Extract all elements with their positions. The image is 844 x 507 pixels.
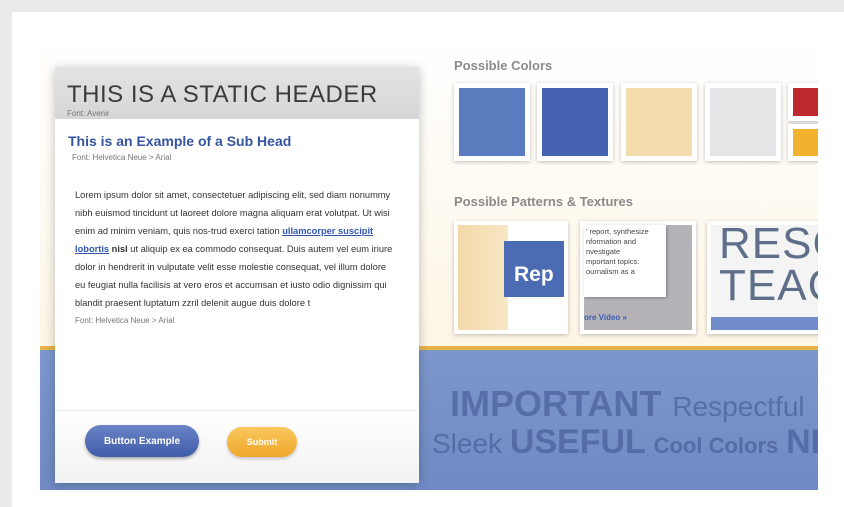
body-text: Lorem ipsum dolor sit amet, consectetuer…: [75, 186, 393, 312]
color-swatch-fill: [542, 88, 608, 156]
body-bold-word: nisl: [109, 244, 128, 254]
texture-note-line: ournalism as a: [586, 267, 635, 276]
submit-button[interactable]: Submit: [227, 427, 297, 457]
color-swatch: [788, 83, 818, 121]
texture-note-line: mportant topics:: [586, 257, 640, 266]
texture-tan-panel: [458, 225, 508, 330]
texture-big-line: TEAC: [719, 261, 818, 310]
color-swatch-fill: [710, 88, 776, 156]
color-swatch: [454, 83, 530, 161]
subhead-font-note: Font: Helvetica Neue > Arial: [72, 153, 172, 162]
color-swatch: [705, 83, 781, 161]
texture-sample-3: RESC TEAC: [707, 221, 818, 334]
color-swatch-fill: [626, 88, 692, 156]
button-example[interactable]: Button Example: [85, 425, 199, 457]
texture-note-line: ’ report, synthesize: [586, 227, 649, 236]
static-header: THIS IS A STATIC HEADER Font: Avenir: [55, 67, 419, 119]
header-title: THIS IS A STATIC HEADER: [67, 81, 378, 108]
color-swatch-fill: [793, 129, 818, 156]
texture-paper-note: ’ report, synthesize nformation and nves…: [584, 225, 666, 297]
texture-sample-1: Rep: [454, 221, 568, 334]
content-card: THIS IS A STATIC HEADER Font: Avenir Thi…: [55, 67, 419, 483]
banner-word-cool-colors: Cool Colors: [653, 433, 779, 458]
texture-note-line: nvestigate: [586, 247, 621, 256]
color-swatch: [788, 124, 818, 161]
color-swatch: [537, 83, 613, 161]
header-font-note: Font: Avenir: [67, 109, 110, 118]
body-font-note: Font: Helvetica Neue > Arial: [75, 316, 175, 325]
texture-big-line: RESC: [719, 221, 818, 268]
color-swatch: [621, 83, 697, 161]
texture-more-video-link: ore Video »: [584, 313, 627, 322]
texture-sample-2: ’ report, synthesize nformation and nves…: [580, 221, 696, 334]
patterns-section-title: Possible Patterns & Textures: [454, 194, 633, 209]
banner-word-sleek: Sleek: [432, 428, 503, 459]
banner-word-important: IMPORTANT: [450, 383, 662, 424]
texture-big-type: RESC TEAC: [719, 221, 818, 310]
subhead: This is an Example of a Sub Head: [68, 133, 292, 149]
banner-line-2: Sleek USEFUL Cool Colors NEV: [432, 423, 818, 462]
banner-words: IMPORTANT Respectful Sleek USEFUL Cool C…: [432, 383, 818, 462]
banner-line-1: IMPORTANT Respectful: [450, 383, 818, 425]
colors-section-title: Possible Colors: [454, 58, 553, 73]
button-row: Button Example Submit: [55, 410, 419, 483]
color-swatch-fill: [459, 88, 525, 156]
color-swatch-fill: [793, 88, 818, 116]
banner-word-respectful: Respectful: [672, 391, 805, 422]
banner-word-useful: USEFUL: [509, 423, 646, 461]
texture-blue-label: Rep: [504, 241, 564, 297]
banner-word-new: NEV: [786, 423, 818, 461]
texture-note-line: nformation and: [586, 237, 637, 246]
